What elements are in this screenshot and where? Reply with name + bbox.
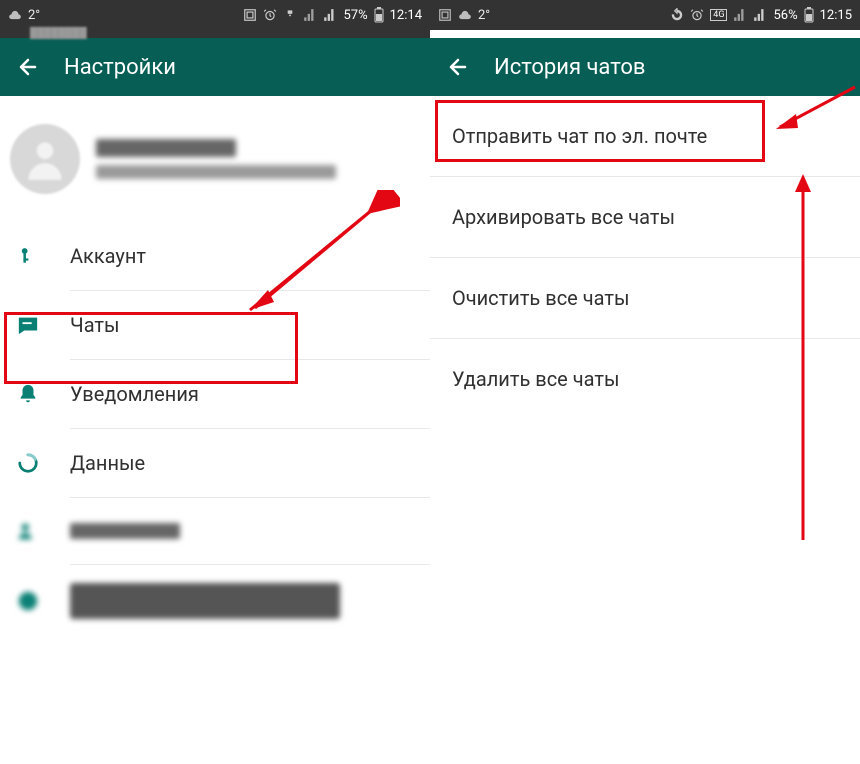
- screenshot-icon: [438, 8, 452, 22]
- avatar: [10, 124, 80, 194]
- key-icon: [16, 246, 40, 266]
- temperature: 2°: [28, 8, 40, 23]
- app-header: Настройки: [0, 38, 430, 96]
- app-header: История чатов: [430, 38, 860, 96]
- menu-blurred-1[interactable]: [0, 498, 430, 564]
- page-title: Настройки: [64, 55, 176, 80]
- signal-icon-2: [753, 8, 767, 22]
- item-email-chat[interactable]: Отправить чат по эл. почте: [430, 96, 860, 177]
- item-label: Удалить все чаты: [452, 367, 619, 391]
- data-usage-icon: [16, 452, 40, 474]
- battery-percent: 57%: [343, 8, 367, 23]
- weather-icon: [8, 8, 22, 22]
- battery-percent: 56%: [773, 8, 797, 23]
- profile-info: [96, 139, 336, 179]
- alarm-icon: [690, 8, 704, 22]
- contacts-icon: [16, 520, 40, 542]
- menu-notifications[interactable]: Уведомления: [0, 360, 430, 428]
- menu-account[interactable]: Аккаунт: [0, 222, 430, 290]
- cropped-text: ████████: [30, 28, 87, 39]
- signal-icon: [733, 8, 747, 22]
- clock: 12:14: [390, 8, 422, 23]
- page-title: История чатов: [494, 55, 646, 80]
- 4g-icon: 4G: [710, 9, 727, 21]
- menu-label: Данные: [70, 451, 145, 475]
- screen-settings: 2° 57% 12:14 ████████: [0, 0, 430, 764]
- menu-label: Уведомления: [70, 382, 199, 406]
- weather-icon: [458, 8, 472, 22]
- item-delete-all[interactable]: Удалить все чаты: [430, 339, 860, 419]
- sync-icon: [670, 8, 684, 22]
- item-label: Архивировать все чаты: [452, 205, 675, 229]
- signal-icon-2: [323, 8, 337, 22]
- menu-blurred-2[interactable]: [0, 565, 430, 637]
- help-icon: [16, 590, 40, 612]
- item-label: Очистить все чаты: [452, 286, 629, 310]
- back-button[interactable]: [446, 55, 470, 79]
- status-bar: 2° 4G 56% 12:15: [430, 0, 860, 30]
- profile-section[interactable]: [0, 96, 430, 222]
- temperature: 2°: [478, 8, 490, 23]
- menu-data[interactable]: Данные: [0, 429, 430, 497]
- chat-icon: [16, 314, 40, 336]
- network-icon: [283, 8, 297, 22]
- alarm-icon: [263, 8, 277, 22]
- screen-chat-history: 2° 4G 56% 12:15 Истори: [430, 0, 860, 764]
- signal-icon: [303, 8, 317, 22]
- menu-label: Аккаунт: [70, 244, 146, 268]
- item-label: Отправить чат по эл. почте: [452, 124, 707, 148]
- status-bar: 2° 57% 12:14: [0, 0, 430, 30]
- screenshot-icon: [243, 8, 257, 22]
- item-clear-all[interactable]: Очистить все чаты: [430, 258, 860, 339]
- bell-icon: [16, 383, 40, 405]
- back-button[interactable]: [16, 55, 40, 79]
- item-archive-all[interactable]: Архивировать все чаты: [430, 177, 860, 258]
- battery-icon: [374, 7, 384, 23]
- battery-icon: [804, 7, 814, 23]
- menu-chats[interactable]: Чаты: [0, 291, 430, 359]
- menu-label: Чаты: [70, 313, 120, 337]
- clock: 12:15: [820, 8, 852, 23]
